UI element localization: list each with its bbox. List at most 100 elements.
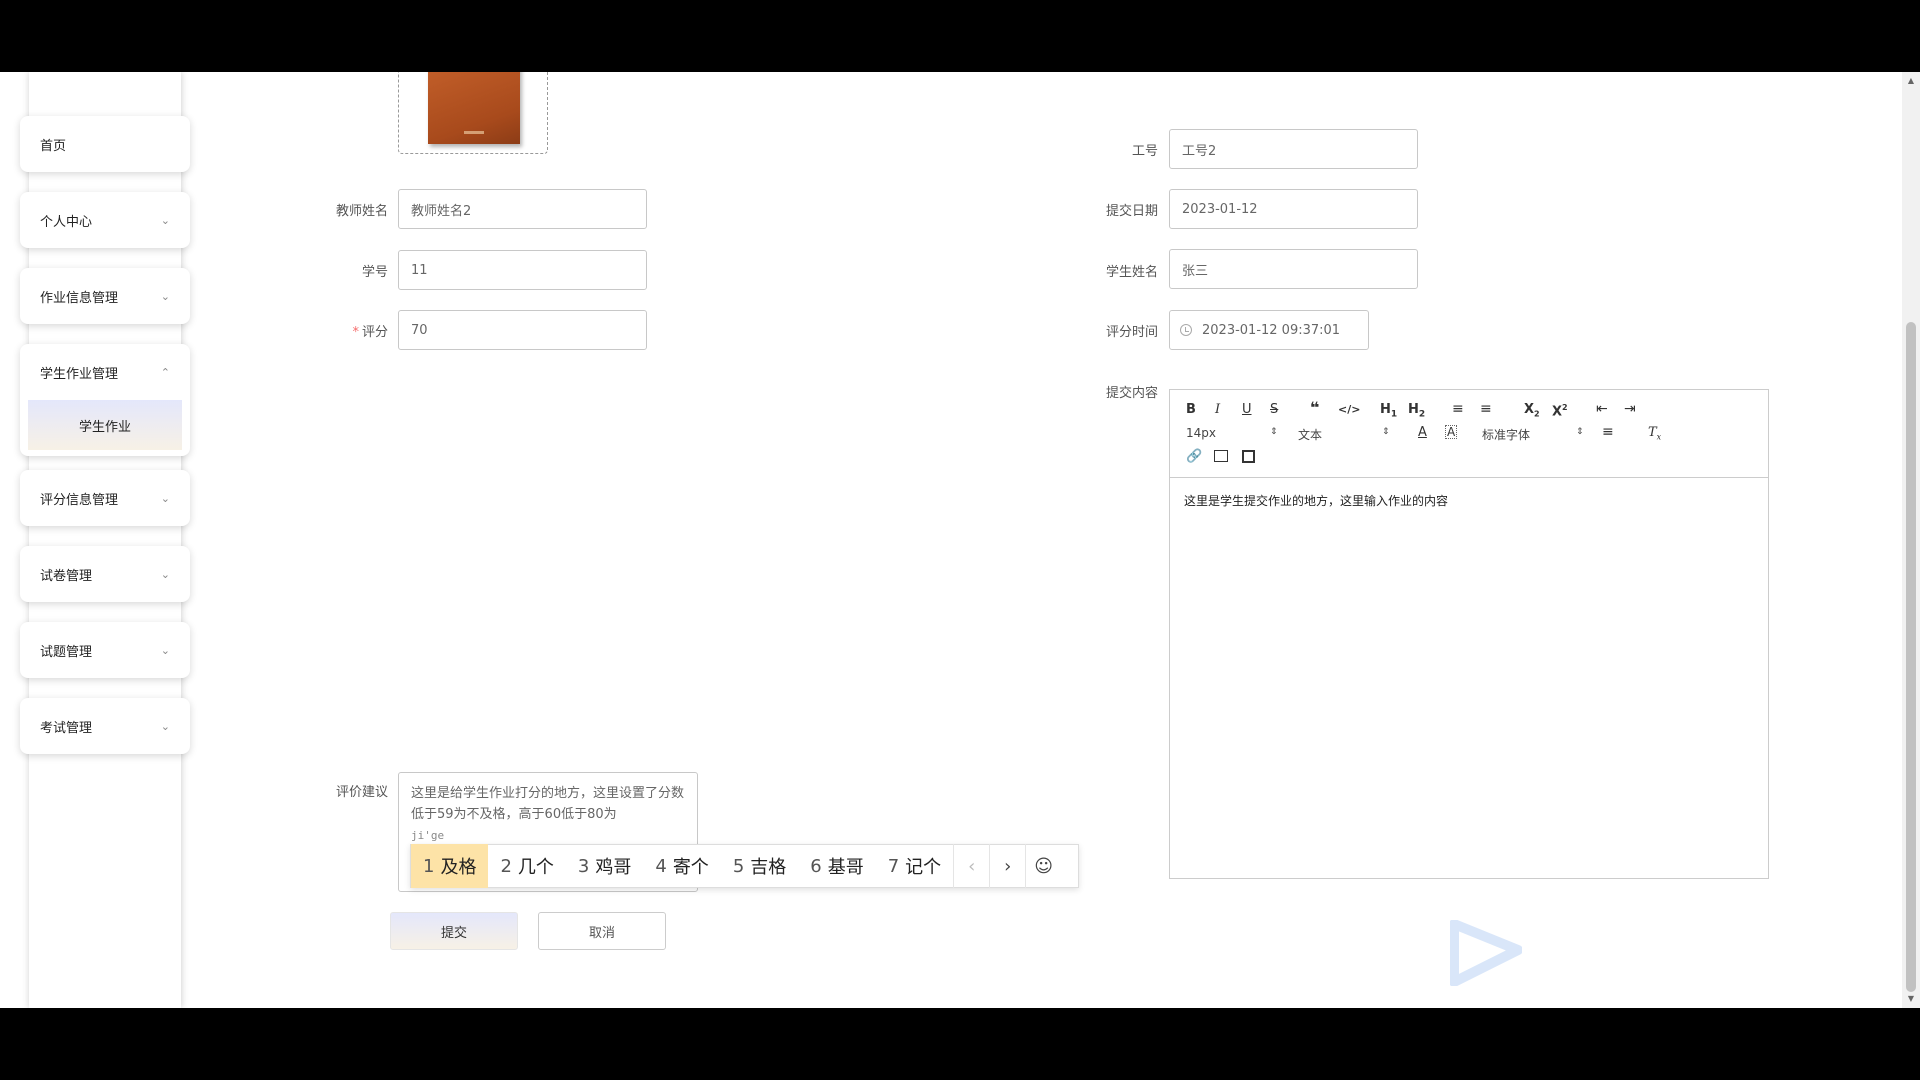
background-color-icon[interactable]: A <box>1445 425 1458 439</box>
outdent-icon[interactable]: ⇤ <box>1596 401 1608 417</box>
ime-candidate[interactable]: 6 基哥 <box>798 844 875 888</box>
student-no-field[interactable]: 11 <box>398 250 647 290</box>
bold-icon[interactable]: B <box>1186 402 1196 418</box>
grading-time-label: 评分时间 <box>1105 325 1158 340</box>
font-family-select[interactable]: 标准字体 ⇕ <box>1482 426 1584 443</box>
header-select-value: 文本 <box>1298 428 1323 442</box>
score-label: * 评分 <box>288 321 388 340</box>
sidebar-item-label: 试卷管理 <box>40 568 93 584</box>
select-arrows-icon: ⇕ <box>1270 427 1278 437</box>
letterbox-top <box>0 0 1920 72</box>
header-select[interactable]: 文本 ⇕ <box>1298 426 1390 443</box>
required-mark: * <box>352 325 359 340</box>
chevron-down-icon: ⌄ <box>160 643 170 657</box>
submit-date-label: 提交日期 <box>1105 204 1158 219</box>
score-field[interactable]: 70 <box>398 310 647 350</box>
grading-time-value: 2023-01-12 09:37:01 <box>1202 322 1341 338</box>
ordered-list-icon[interactable]: ≡ <box>1452 401 1464 417</box>
sidebar-item-exam-mgmt[interactable]: 考试管理 ⌄ <box>20 698 190 754</box>
book-cover-image <box>428 72 520 144</box>
ime-candidate[interactable]: 3 鸡哥 <box>566 844 643 888</box>
student-name-field[interactable]: 张三 <box>1169 249 1418 289</box>
grading-time-picker[interactable]: 2023-01-12 09:37:01 <box>1169 310 1369 350</box>
chevron-down-icon: ⌄ <box>160 491 170 505</box>
page: 首页 个人中心 ⌄ 作业信息管理 ⌄ 学生作业管理 ⌃ 学生作业 评分信息管理 ⌄ 试卷… <box>0 72 1920 1008</box>
sidebar-item-student-homework[interactable]: 学生作业管理 ⌃ 学生作业 <box>20 344 190 456</box>
ime-candidate[interactable]: 5 吉格 <box>721 844 798 888</box>
font-family-value: 标准字体 <box>1482 428 1531 442</box>
sidebar-item-label: 个人中心 <box>40 214 93 230</box>
suggestion-text: 这里是给学生作业打分的地方，这里设置了分数低于59为不及格，高于60低于80为 <box>411 786 685 822</box>
scrollbar-thumb[interactable] <box>1906 322 1916 992</box>
superscript-icon[interactable]: X2 <box>1552 400 1568 420</box>
underline-icon[interactable]: U <box>1242 402 1252 418</box>
sidebar-item-home[interactable]: 首页 <box>20 116 190 172</box>
sidebar-item-label: 试题管理 <box>40 644 93 660</box>
code-icon[interactable]: </> <box>1338 402 1360 418</box>
teacher-name-label: 教师姓名 <box>335 204 388 219</box>
sidebar-item-paper-mgmt[interactable]: 试卷管理 ⌄ <box>20 546 190 602</box>
student-no-label: 学号 <box>361 265 388 280</box>
watermark-logo-icon <box>1450 920 1522 986</box>
job-no-label: 工号 <box>1131 144 1158 159</box>
ime-candidate[interactable]: 2 几个 <box>488 844 565 888</box>
teacher-name-field[interactable]: 教师姓名2 <box>398 189 647 229</box>
student-name-label: 学生姓名 <box>1105 265 1158 280</box>
ime-candidate-bar: 1 及格 2 几个 3 鸡哥 4 寄个 5 吉格 6 基哥 7 记个 ‹ › ☺ <box>410 844 1079 888</box>
ime-candidate[interactable]: 1 及格 <box>411 844 489 888</box>
score-label-text: 评分 <box>361 325 388 340</box>
letterbox-bottom <box>0 1008 1920 1080</box>
chevron-down-icon: ⌄ <box>160 719 170 733</box>
sidebar-item-label: 作业信息管理 <box>40 290 119 306</box>
ime-composition: ji'ge <box>411 829 445 842</box>
clock-icon <box>1180 324 1192 336</box>
select-arrows-icon: ⇕ <box>1382 427 1390 437</box>
chevron-up-icon: ⌃ <box>160 365 170 379</box>
scroll-down-icon[interactable]: ▼ <box>1904 994 1918 1003</box>
align-icon[interactable]: ≡ <box>1602 424 1614 440</box>
editor-content[interactable]: 这里是学生提交作业的地方，这里输入作业的内容 <box>1170 478 1768 523</box>
ime-emoji-icon[interactable]: ☺ <box>1025 844 1061 888</box>
chevron-down-icon: ⌄ <box>160 567 170 581</box>
sidebar-item-grading-info[interactable]: 评分信息管理 ⌄ <box>20 470 190 526</box>
blockquote-icon[interactable]: ❝ <box>1310 400 1319 416</box>
ime-next-page-icon[interactable]: › <box>989 844 1025 888</box>
link-icon[interactable]: 🔗 <box>1186 449 1202 465</box>
cancel-button[interactable]: 取消 <box>538 912 666 950</box>
sidebar-subitem-student-homework[interactable]: 学生作业 <box>28 400 182 450</box>
chevron-down-icon: ⌄ <box>160 289 170 303</box>
select-arrows-icon: ⇕ <box>1576 427 1584 437</box>
sidebar-item-personal[interactable]: 个人中心 ⌄ <box>20 192 190 248</box>
ime-candidate[interactable]: 7 记个 <box>876 844 953 888</box>
submit-button[interactable]: 提交 <box>390 912 518 950</box>
subscript-icon[interactable]: X2 <box>1524 402 1540 423</box>
heading-2-icon[interactable]: H2 <box>1408 402 1425 423</box>
sidebar-item-question-mgmt[interactable]: 试题管理 ⌄ <box>20 622 190 678</box>
sidebar-item-label: 学生作业管理 <box>40 366 119 382</box>
font-size-value: 14px <box>1186 426 1216 440</box>
video-icon[interactable] <box>1242 450 1255 463</box>
content-label: 提交内容 <box>1105 386 1158 401</box>
scroll-up-icon[interactable]: ▲ <box>1904 76 1918 85</box>
ime-prev-page-icon[interactable]: ‹ <box>953 844 989 888</box>
ime-candidate[interactable]: 4 寄个 <box>643 844 720 888</box>
image-icon[interactable] <box>1214 450 1228 462</box>
job-no-field[interactable]: 工号2 <box>1169 129 1418 169</box>
bullet-list-icon[interactable]: ≡ <box>1480 401 1492 417</box>
font-size-select[interactable]: 14px ⇕ <box>1186 426 1278 440</box>
suggestion-label: 评价建议 <box>335 785 388 800</box>
sidebar-item-label: 首页 <box>40 138 67 154</box>
strikethrough-icon[interactable]: S <box>1270 402 1278 418</box>
indent-icon[interactable]: ⇥ <box>1624 401 1636 417</box>
sidebar-item-label: 评分信息管理 <box>40 492 119 508</box>
italic-icon[interactable]: I <box>1215 402 1220 418</box>
font-color-icon[interactable]: A <box>1418 425 1427 441</box>
rich-text-editor: B I U S ❝ </> H1 H2 ≡ ≡ X2 X2 ⇤ ⇥ 14px ⇕ … <box>1169 389 1769 879</box>
clear-format-icon[interactable]: Tx <box>1648 425 1661 446</box>
sidebar-item-label: 考试管理 <box>40 720 93 736</box>
chevron-down-icon: ⌄ <box>160 213 170 227</box>
heading-1-icon[interactable]: H1 <box>1380 402 1397 423</box>
submit-date-field[interactable]: 2023-01-12 <box>1169 189 1418 229</box>
editor-toolbar: B I U S ❝ </> H1 H2 ≡ ≡ X2 X2 ⇤ ⇥ 14px ⇕ … <box>1170 390 1768 478</box>
sidebar-item-homework-info[interactable]: 作业信息管理 ⌄ <box>20 268 190 324</box>
